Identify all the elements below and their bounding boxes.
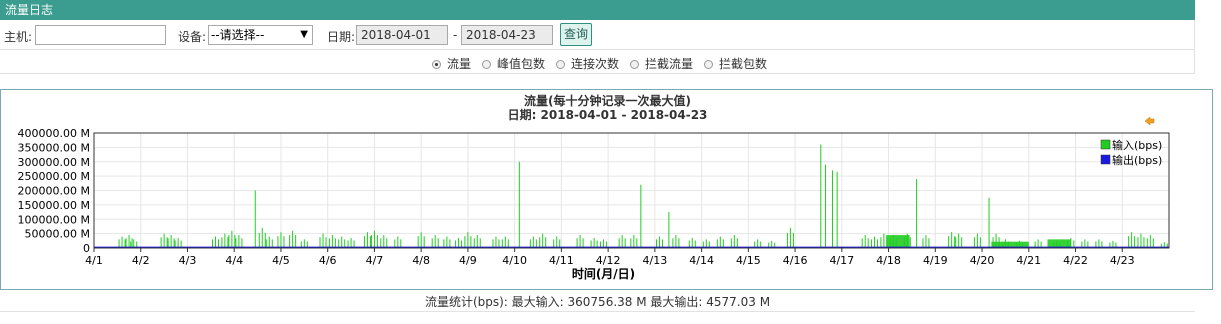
radio-icon [482, 60, 491, 69]
date-from-input[interactable]: 2018-04-01 [356, 25, 448, 45]
x-tick-label: 4/18 [876, 254, 901, 267]
back-arrow-icon[interactable] [1144, 116, 1155, 126]
radio-icon [630, 60, 639, 69]
device-select-value: --请选择-- [211, 28, 265, 42]
radio-selected-icon [432, 60, 441, 69]
x-tick-label: 4/20 [970, 254, 995, 267]
x-tick-label: 4/9 [459, 254, 477, 267]
device-select[interactable]: --请选择-- ▼ [208, 25, 313, 45]
x-tick-label: 4/3 [179, 254, 197, 267]
date-separator: - [453, 28, 458, 42]
x-tick-label: 4/14 [689, 254, 714, 267]
x-tick-label: 4/7 [366, 254, 384, 267]
y-tick-label: 200000.00 M [18, 185, 90, 198]
legend-label: 输出(bps) [1112, 153, 1162, 167]
metric-radio-blocked-traffic[interactable]: 拦截流量 [630, 55, 693, 72]
y-tick-label: 250000.00 M [18, 170, 90, 183]
x-tick-label: 4/19 [923, 254, 948, 267]
x-tick-label: 4/16 [783, 254, 808, 267]
query-button[interactable]: 查询 [560, 23, 592, 46]
x-tick-label: 4/21 [1016, 254, 1041, 267]
y-tick-label: 150000.00 M [18, 199, 90, 212]
x-tick-label: 4/5 [272, 254, 290, 267]
device-label: 设备: [178, 30, 207, 44]
x-tick-label: 4/1 [85, 254, 103, 267]
x-tick-label: 4/4 [225, 254, 243, 267]
x-tick-label: 4/11 [549, 254, 574, 267]
metric-selector: 流量 峰值包数 连接次数 拦截流量 拦截包数 [0, 50, 1195, 74]
metric-label: 峰值包数 [497, 57, 546, 71]
traffic-stats: 流量统计(bps): 最大输入: 360756.38 M 最大输出: 4577.… [0, 292, 1195, 312]
y-tick-label: 300000.00 M [18, 156, 90, 169]
metric-radio-traffic[interactable]: 流量 [432, 55, 471, 72]
page-title: 流量日志 [0, 0, 1195, 20]
x-tick-label: 4/10 [502, 254, 527, 267]
x-tick-label: 4/17 [829, 254, 854, 267]
filter-bar: 主机: 设备: --请选择-- ▼ 日期: 2018-04-01 - 2018-… [0, 20, 1195, 50]
date-to-input[interactable]: 2018-04-23 [461, 25, 553, 45]
metric-label: 流量 [447, 57, 472, 71]
x-tick-label: 4/6 [319, 254, 337, 267]
metric-label: 拦截包数 [719, 57, 768, 71]
traffic-chart: 流量(每十分钟记录一次最大值) 日期: 2018-04-01 - 2018-04… [0, 89, 1213, 290]
y-tick-label: 50000.00 M [25, 228, 90, 241]
date-label: 日期: [327, 30, 356, 44]
y-tick-label: 100000.00 M [18, 213, 90, 226]
x-tick-label: 4/22 [1063, 254, 1088, 267]
x-tick-label: 4/13 [643, 254, 668, 267]
metric-radio-blocked-packets[interactable]: 拦截包数 [704, 55, 767, 72]
metric-radio-peak-packets[interactable]: 峰值包数 [482, 55, 545, 72]
chevron-down-icon: ▼ [300, 29, 308, 40]
x-tick-label: 4/23 [1110, 254, 1135, 267]
x-tick-label: 4/12 [596, 254, 621, 267]
x-tick-label: 4/15 [736, 254, 761, 267]
y-tick-label: 400000.00 M [18, 127, 90, 140]
chart-plot: 050000.00 M100000.00 M150000.00 M200000.… [18, 116, 1170, 281]
x-tick-label: 4/2 [132, 254, 150, 267]
metric-label: 连接次数 [571, 57, 620, 71]
legend-label: 输入(bps) [1112, 138, 1162, 152]
input-series-band [886, 235, 910, 248]
legend-swatch [1100, 154, 1111, 165]
host-input[interactable] [35, 25, 166, 45]
x-axis-label: 时间(月/日) [572, 266, 635, 281]
host-label: 主机: [4, 30, 33, 44]
radio-icon [704, 60, 713, 69]
metric-label: 拦截流量 [645, 57, 694, 71]
y-tick-label: 350000.00 M [18, 141, 90, 154]
legend-swatch [1100, 139, 1111, 150]
radio-icon [556, 60, 565, 69]
x-tick-label: 4/8 [412, 254, 430, 267]
metric-radio-connections[interactable]: 连接次数 [556, 55, 619, 72]
